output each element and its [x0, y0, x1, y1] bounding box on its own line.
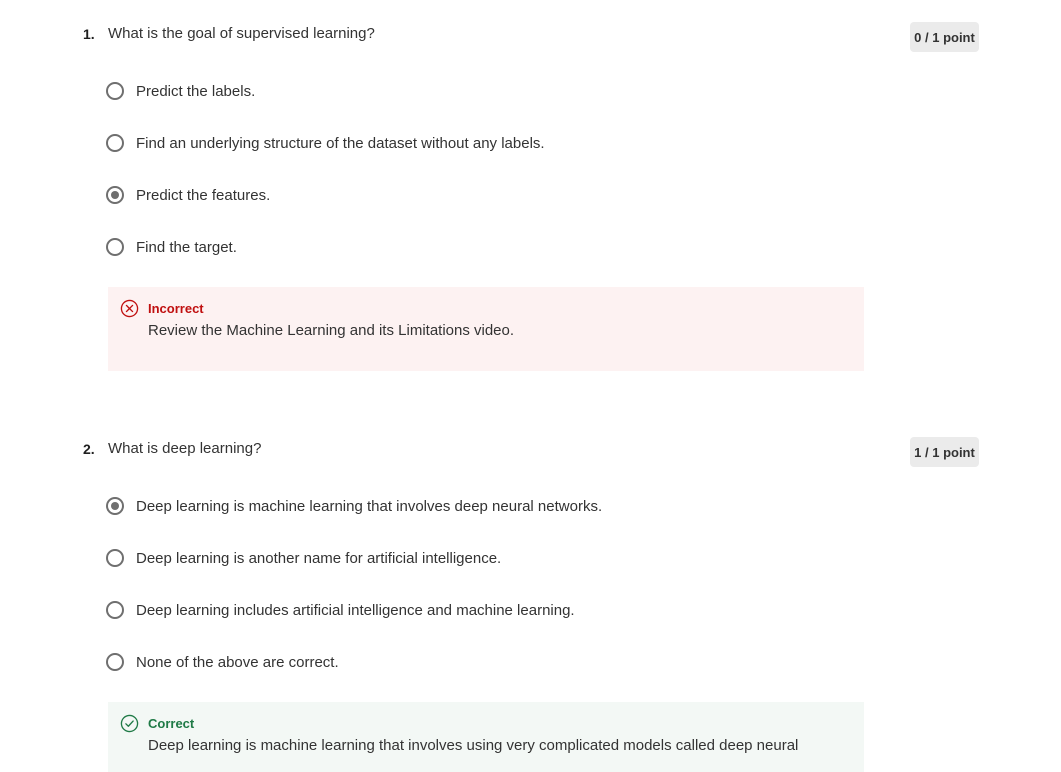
option-label: Find the target. [136, 238, 237, 256]
x-circle-icon [120, 299, 139, 318]
option-label: Deep learning is machine learning that i… [136, 497, 603, 515]
feedback-status: Correct [148, 716, 195, 731]
score-badge: 1 / 1 point [910, 437, 979, 467]
option-1[interactable]: Deep learning is machine learning that i… [106, 494, 602, 518]
option-2[interactable]: Deep learning is another name for artifi… [106, 546, 501, 570]
question-number: 1. [83, 26, 95, 42]
option-label: Deep learning includes artificial intell… [136, 601, 575, 619]
radio-button[interactable] [106, 549, 124, 567]
option-4[interactable]: Find the target. [106, 235, 237, 259]
question-number: 2. [83, 441, 95, 457]
feedback-incorrect: Incorrect Review the Machine Learning an… [108, 287, 864, 371]
option-label: Predict the features. [136, 186, 271, 204]
question-text: What is deep learning? [108, 440, 262, 457]
radio-button[interactable] [106, 238, 124, 256]
radio-button[interactable] [106, 82, 124, 100]
score-text: 0 / 1 point [914, 29, 975, 45]
radio-button[interactable] [106, 653, 124, 671]
feedback-message: Deep learning is machine learning that i… [148, 737, 799, 754]
feedback-correct: Correct Deep learning is machine learnin… [108, 702, 864, 772]
option-3[interactable]: Deep learning includes artificial intell… [106, 598, 575, 622]
score-badge: 0 / 1 point [910, 22, 979, 52]
radio-button-selected[interactable] [106, 186, 124, 204]
option-2[interactable]: Find an underlying structure of the data… [106, 131, 545, 155]
option-4[interactable]: None of the above are correct. [106, 650, 339, 674]
check-circle-icon [120, 714, 139, 733]
feedback-status: Incorrect [148, 301, 204, 316]
option-label: None of the above are correct. [136, 653, 339, 671]
option-1[interactable]: Predict the labels. [106, 79, 255, 103]
feedback-message: Review the Machine Learning and its Limi… [148, 322, 515, 339]
radio-button[interactable] [106, 134, 124, 152]
question-text: What is the goal of supervised learning? [108, 25, 375, 42]
option-3[interactable]: Predict the features. [106, 183, 270, 207]
option-label: Predict the labels. [136, 82, 256, 100]
score-text: 1 / 1 point [914, 444, 975, 460]
option-label: Deep learning is another name for artifi… [136, 549, 502, 567]
radio-button[interactable] [106, 601, 124, 619]
option-label: Find an underlying structure of the data… [136, 134, 545, 152]
radio-button-selected[interactable] [106, 497, 124, 515]
